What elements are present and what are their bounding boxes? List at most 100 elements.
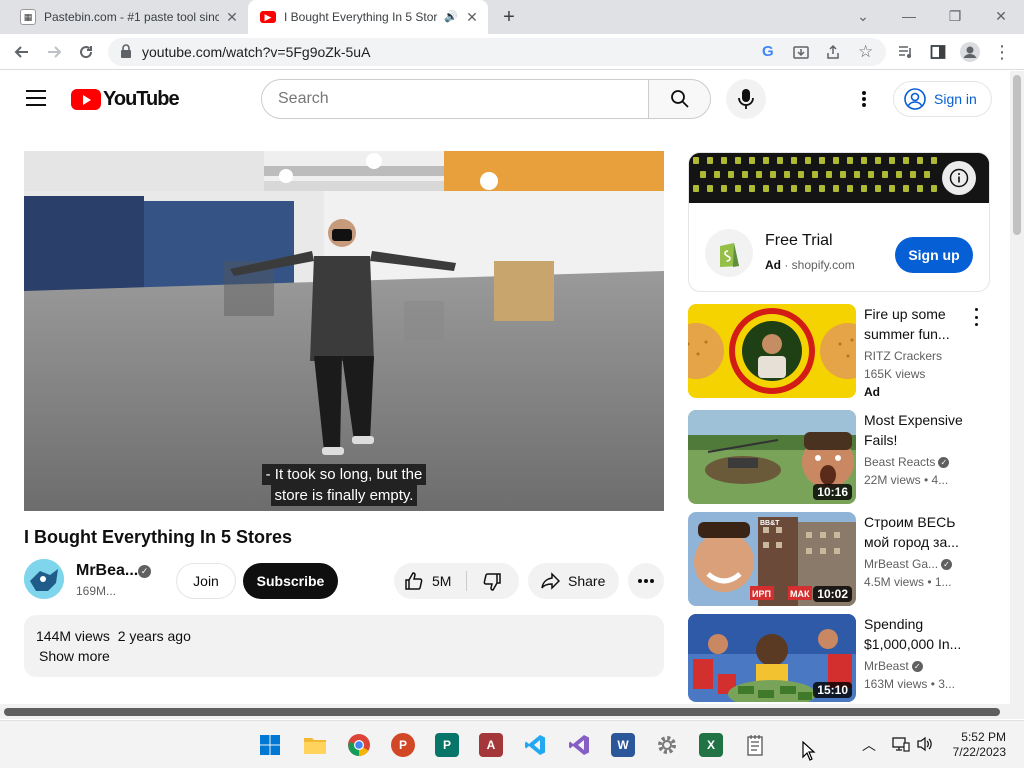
install-icon[interactable]	[793, 44, 809, 65]
access-icon[interactable]: A	[479, 733, 503, 757]
info-icon[interactable]	[942, 161, 976, 195]
hamburger-menu-icon[interactable]	[26, 90, 46, 106]
visual-studio-icon[interactable]	[567, 733, 591, 757]
search-icon	[670, 90, 689, 108]
channel-avatar[interactable]	[24, 559, 64, 599]
subscriber-count: 169M...	[76, 584, 117, 598]
search-input[interactable]: Search	[261, 79, 649, 119]
chrome-icon[interactable]	[347, 733, 371, 757]
ad-title[interactable]: Free Trial	[765, 232, 833, 250]
vertical-scrollbar[interactable]	[1010, 71, 1024, 719]
video-thumbnail[interactable]: 15:10	[688, 614, 856, 702]
sponsored-card[interactable]: Free Trial Ad · shopify.com Sign up	[688, 152, 990, 292]
minimize-icon[interactable]: —	[896, 4, 922, 28]
youtube-logo[interactable]: YouTube	[71, 88, 180, 111]
channel-name[interactable]: MrBea...	[76, 562, 138, 580]
new-tab-icon[interactable]: +	[498, 6, 520, 28]
close-tab-icon[interactable]: ✕	[464, 9, 480, 25]
recommendation-item[interactable]: Fire up some summer fun... RITZ Crackers…	[688, 304, 1008, 399]
recommendation-title[interactable]: Fire up some summer fun...	[864, 304, 976, 344]
voice-search-button[interactable]	[726, 79, 766, 119]
settings-kebab-icon[interactable]	[852, 87, 876, 111]
vertical-scroll-thumb[interactable]	[1013, 75, 1021, 235]
clock-date: 7/22/2023	[952, 745, 1006, 759]
vs-code-icon[interactable]	[523, 733, 547, 757]
bookmark-star-icon[interactable]: ☆	[858, 42, 873, 62]
reload-icon[interactable]	[74, 40, 98, 64]
more-actions-icon[interactable]	[628, 563, 664, 599]
video-thumbnail[interactable]: 10:16	[688, 410, 856, 504]
video-thumbnail[interactable]	[688, 304, 856, 398]
horizontal-scrollbar[interactable]	[0, 704, 1010, 719]
view-count: 144M views	[36, 628, 110, 644]
google-icon[interactable]: G	[762, 43, 774, 60]
recommendation-channel[interactable]: Beast Reacts ✓	[864, 455, 950, 469]
recommendation-menu-icon[interactable]	[972, 308, 980, 326]
caption-line-2: store is finally empty.	[270, 485, 418, 506]
channel-label: Beast Reacts	[864, 455, 936, 469]
tab-youtube[interactable]: ▶ I Bought Everything In 5 Stor 🔊 ✕	[248, 0, 488, 34]
recommendation-title[interactable]: Spending $1,000,000 In...	[864, 614, 976, 654]
browser-menu-icon[interactable]: ⋮	[990, 40, 1014, 64]
channel-label: MrBeast	[864, 659, 909, 673]
media-controls-icon[interactable]	[894, 40, 918, 64]
browser-tab-bar: ▦ Pastebin.com - #1 paste tool sinc ✕ ▶ …	[0, 0, 1024, 34]
sign-in-button[interactable]: Sign in	[893, 81, 992, 117]
file-explorer-icon[interactable]	[303, 733, 327, 757]
join-button[interactable]: Join	[176, 563, 236, 599]
recommendation-meta: 163M views • 3...	[864, 677, 955, 691]
restore-icon[interactable]: ❐	[942, 4, 968, 28]
like-count: 5M	[432, 573, 452, 589]
ad-sign-up-button[interactable]: Sign up	[895, 237, 973, 273]
tab-pastebin[interactable]: ▦ Pastebin.com - #1 paste tool sinc ✕	[8, 0, 248, 34]
thumbs-down-icon[interactable]	[482, 572, 502, 592]
recommendation-title[interactable]: Строим ВЕСЬ мой город за...	[864, 512, 976, 552]
forward-icon[interactable]	[42, 40, 66, 64]
show-hidden-icons-icon[interactable]: ︿	[862, 735, 876, 755]
close-window-icon[interactable]: ✕	[988, 4, 1014, 28]
search-button[interactable]	[648, 79, 711, 119]
recommendation-channel[interactable]: RITZ Crackers	[864, 349, 942, 363]
video-player[interactable]: - It took so long, but the store is fina…	[24, 151, 664, 511]
horizontal-scroll-thumb[interactable]	[4, 708, 1000, 716]
windows-start-icon[interactable]	[258, 733, 282, 757]
system-clock[interactable]: 5:52 PM 7/22/2023	[940, 730, 1006, 760]
word-icon[interactable]: W	[611, 733, 635, 757]
description-box[interactable]: 144M views 2 years ago Show more	[24, 615, 664, 677]
settings-gear-icon[interactable]	[655, 733, 679, 757]
sign-in-label: Sign in	[934, 91, 977, 107]
video-caption: - It took so long, but the store is fina…	[24, 464, 664, 506]
excel-icon[interactable]: X	[699, 733, 723, 757]
share-page-icon[interactable]	[825, 44, 841, 65]
side-panel-icon[interactable]	[926, 40, 950, 64]
back-icon[interactable]	[10, 40, 34, 64]
recommendation-item[interactable]: 15:10 Spending $1,000,000 In... MrBeast ✓…	[688, 614, 1008, 708]
thumbs-up-icon	[405, 572, 423, 590]
channel-label: MrBeast Ga...	[864, 557, 939, 571]
recommendation-item[interactable]: ИРП МАК BB&T 10:02 Строим ВЕСЬ мой город…	[688, 512, 1008, 606]
tab-search-icon[interactable]: ⌄	[850, 4, 876, 28]
lock-icon[interactable]	[120, 44, 132, 63]
publisher-icon[interactable]: P	[435, 733, 459, 757]
recommendation-meta: 4.5M views • 1...	[864, 575, 952, 589]
video-thumbnail[interactable]: ИРП МАК BB&T 10:02	[688, 512, 856, 606]
speaker-icon[interactable]: 🔊	[444, 10, 458, 23]
share-button[interactable]: Share	[528, 563, 619, 599]
recommendation-item[interactable]: 10:16 Most Expensive Fails! Beast Reacts…	[688, 410, 1008, 504]
subscribe-button[interactable]: Subscribe	[243, 563, 338, 599]
recommendation-channel[interactable]: MrBeast ✓	[864, 659, 923, 673]
volume-icon[interactable]	[916, 735, 934, 758]
powerpoint-icon[interactable]: P	[391, 733, 415, 757]
address-bar[interactable]: youtube.com/watch?v=5Fg9oZk-5uA G ☆	[108, 38, 886, 66]
recommendation-meta: 165K views	[864, 367, 926, 381]
logo-text: YouTube	[103, 88, 180, 110]
close-tab-icon[interactable]: ✕	[224, 9, 240, 25]
recommendation-title[interactable]: Most Expensive Fails!	[864, 410, 976, 450]
notepad-icon[interactable]	[743, 733, 767, 757]
ad-byline: Ad · shopify.com	[765, 258, 855, 272]
profile-icon[interactable]	[958, 40, 982, 64]
ad-badge: Ad	[765, 258, 781, 272]
recommendation-channel[interactable]: MrBeast Ga... ✓	[864, 557, 953, 571]
show-more-link[interactable]: Show more	[39, 648, 110, 664]
network-icon[interactable]	[892, 735, 910, 758]
